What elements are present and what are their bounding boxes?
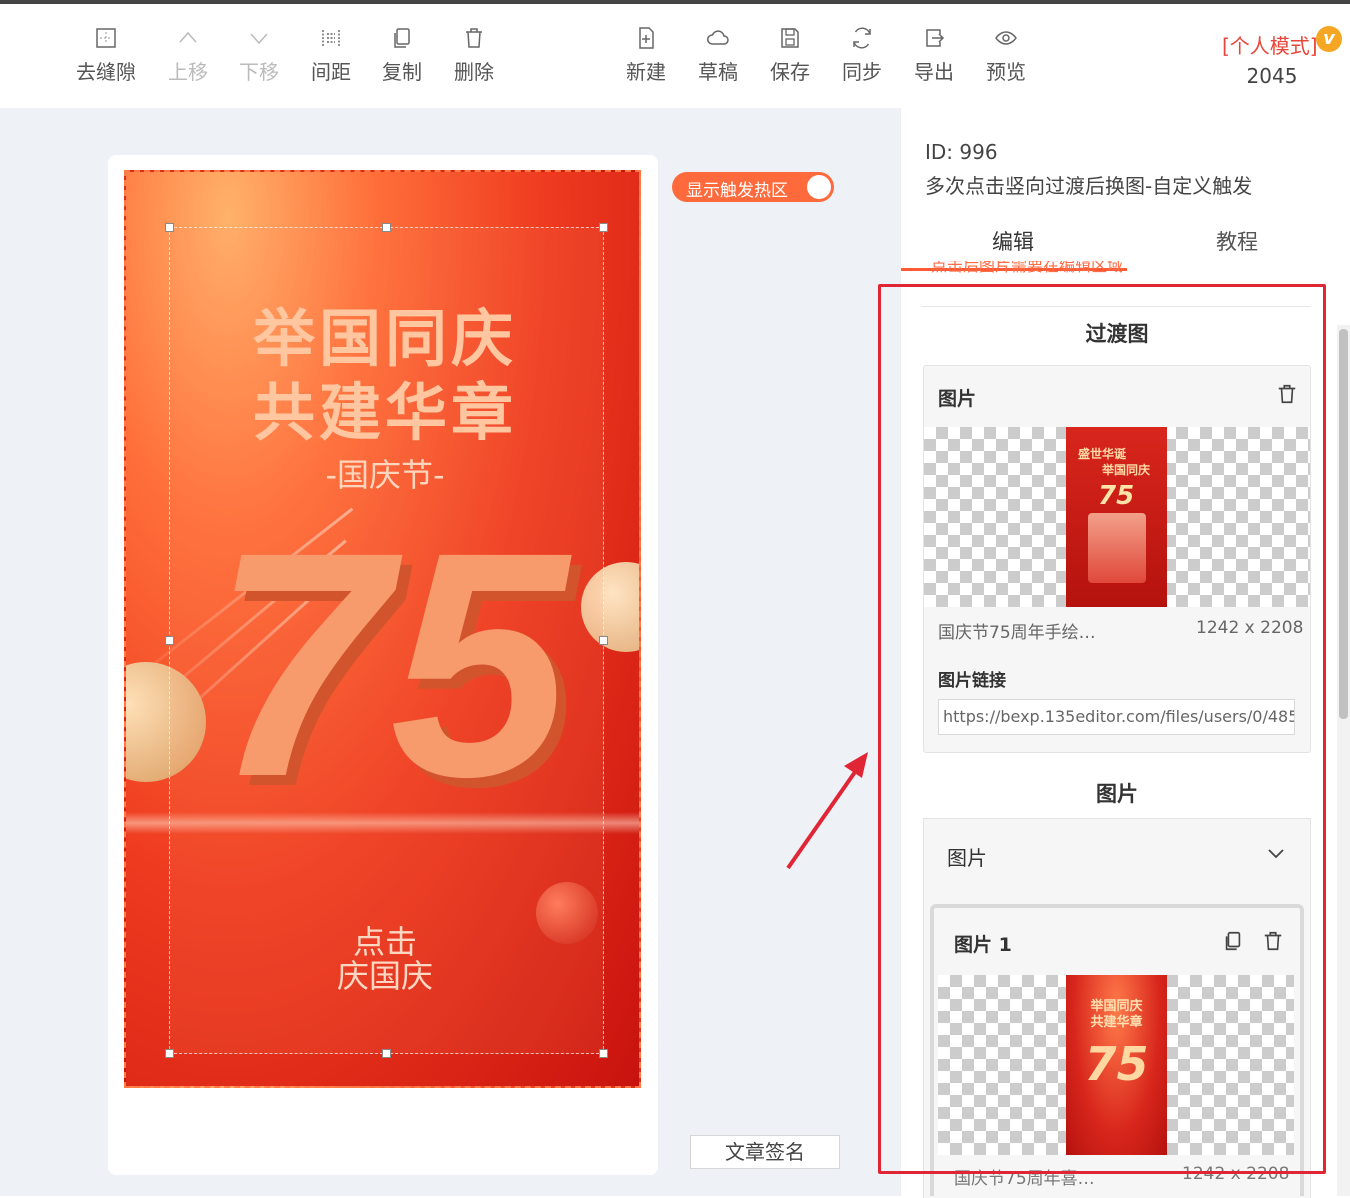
- spacing-icon: [322, 30, 340, 46]
- resize-handle[interactable]: [165, 1049, 174, 1058]
- move-down-label: 下移: [239, 60, 279, 84]
- new-button[interactable]: 新建: [610, 26, 682, 85]
- transition-section-title: 过渡图: [1085, 322, 1149, 346]
- save-button[interactable]: 保存: [754, 26, 826, 85]
- poster-cta: 点击 庆国庆: [270, 925, 500, 993]
- save-label: 保存: [770, 60, 810, 84]
- image-1-file-size: 1242 x 2208: [1182, 1164, 1290, 1184]
- panel-scrollbar[interactable]: [1337, 325, 1350, 1196]
- poster-subtitle: -国庆节-: [325, 456, 445, 494]
- resize-handle[interactable]: [382, 223, 391, 232]
- transition-file-size: 1242 x 2208: [1196, 618, 1304, 638]
- chevron-down-icon[interactable]: [1266, 845, 1286, 863]
- image-dropdown-label[interactable]: 图片: [947, 842, 987, 871]
- preview-label: 预览: [986, 60, 1026, 84]
- personal-mode-link[interactable]: [个人模式]: [1222, 30, 1318, 59]
- image-item-title: 图片 1: [954, 934, 1012, 956]
- draft-label: 草稿: [698, 60, 738, 84]
- chevron-up-icon: [179, 31, 197, 43]
- toggle-knob: [807, 175, 831, 199]
- chevron-down-icon: [250, 33, 268, 45]
- show-hotspot-toggle-label: 显示触发热区: [686, 181, 788, 201]
- show-hotspot-toggle[interactable]: 显示触发热区: [672, 172, 834, 202]
- copy-label: 复制: [382, 60, 422, 84]
- poster-title-line2: 共建华章: [252, 376, 517, 449]
- vip-badge-icon: v: [1316, 26, 1342, 52]
- thumb-number: 75: [1084, 1037, 1149, 1091]
- remove-gap-button[interactable]: 去缝隙: [70, 26, 142, 85]
- scrollbar-thumb[interactable]: [1339, 329, 1348, 719]
- poster-number-face: 75: [212, 520, 575, 820]
- grid-icon: [96, 28, 116, 48]
- delete-button[interactable]: 删除: [438, 26, 510, 85]
- sync-label: 同步: [842, 60, 882, 84]
- usage-count: 2045: [1246, 64, 1298, 88]
- trash-icon[interactable]: [1262, 929, 1284, 953]
- annotation-arrow-icon: [786, 752, 868, 870]
- template-name: 多次点击竖向过渡后换图-自定义触发: [925, 174, 1253, 198]
- copy-button[interactable]: 复制: [366, 26, 438, 85]
- tab-edit[interactable]: 编辑: [901, 226, 1125, 266]
- resize-handle[interactable]: [599, 636, 608, 645]
- poster-cta-line1: 点击: [352, 923, 417, 961]
- image-1-file-name: 国庆节75周年喜…: [954, 1169, 1095, 1189]
- thumb-text: 共建华章: [1090, 1015, 1143, 1030]
- divider: [922, 306, 1310, 307]
- thumb-cake: [1088, 513, 1146, 583]
- trash-icon: [466, 28, 482, 48]
- new-file-icon: [639, 27, 654, 49]
- preview-button[interactable]: 预览: [970, 26, 1042, 85]
- image-section-title: 图片: [1096, 782, 1138, 806]
- export-button[interactable]: 导出: [898, 26, 970, 85]
- export-label: 导出: [914, 60, 954, 84]
- transition-image-thumbnail[interactable]: 盛世华诞 举国同庆 75: [1066, 427, 1167, 607]
- move-up-button[interactable]: 上移: [152, 26, 224, 85]
- remove-gap-label: 去缝隙: [76, 60, 136, 84]
- transition-file-name: 国庆节75周年手绘…: [938, 623, 1096, 643]
- poster-big-number: 75 75: [212, 520, 585, 820]
- save-icon: [781, 28, 799, 48]
- image-link-label: 图片链接: [938, 671, 1006, 691]
- toolbar: 去缝隙 上移 下移 间距 复制 删除 新建 草稿 保存 同步 导出 预览 [个人…: [0, 4, 1350, 108]
- template-id: ID: 996: [925, 140, 998, 164]
- export-icon: [926, 29, 945, 47]
- transition-card-title: 图片: [938, 388, 977, 410]
- image-link-input[interactable]: https://bexp.135editor.com/files/users/0…: [938, 699, 1295, 735]
- hint-text: 点击后图片需要在编辑区域: [931, 261, 1124, 274]
- resize-handle[interactable]: [165, 223, 174, 232]
- thumb-number: 75: [1098, 481, 1135, 511]
- copy-icon[interactable]: [1222, 929, 1244, 953]
- trash-icon[interactable]: [1276, 382, 1298, 406]
- thumb-text: 盛世华诞: [1078, 447, 1127, 461]
- image-1-thumbnail[interactable]: 举国同庆 共建华章 75: [1066, 975, 1167, 1155]
- poster-cta-line2: 庆国庆: [336, 957, 433, 995]
- resize-handle[interactable]: [165, 636, 174, 645]
- resize-handle[interactable]: [382, 1049, 391, 1058]
- resize-handle[interactable]: [599, 223, 608, 232]
- thumb-text: 举国同庆: [1102, 463, 1151, 477]
- sync-button[interactable]: 同步: [826, 26, 898, 85]
- copy-icon: [394, 28, 410, 48]
- eye-icon: [995, 31, 1017, 45]
- cloud-icon: [707, 30, 729, 45]
- draft-button[interactable]: 草稿: [682, 26, 754, 85]
- tab-tutorial[interactable]: 教程: [1125, 226, 1349, 266]
- new-label: 新建: [626, 60, 666, 84]
- spacing-button[interactable]: 间距: [295, 26, 367, 85]
- sync-icon: [853, 27, 871, 49]
- move-down-button[interactable]: 下移: [223, 26, 295, 85]
- spacing-label: 间距: [311, 60, 351, 84]
- article-signature-button[interactable]: 文章签名: [690, 1135, 840, 1169]
- delete-label: 删除: [454, 60, 494, 84]
- resize-handle[interactable]: [599, 1049, 608, 1058]
- move-up-label: 上移: [168, 60, 208, 84]
